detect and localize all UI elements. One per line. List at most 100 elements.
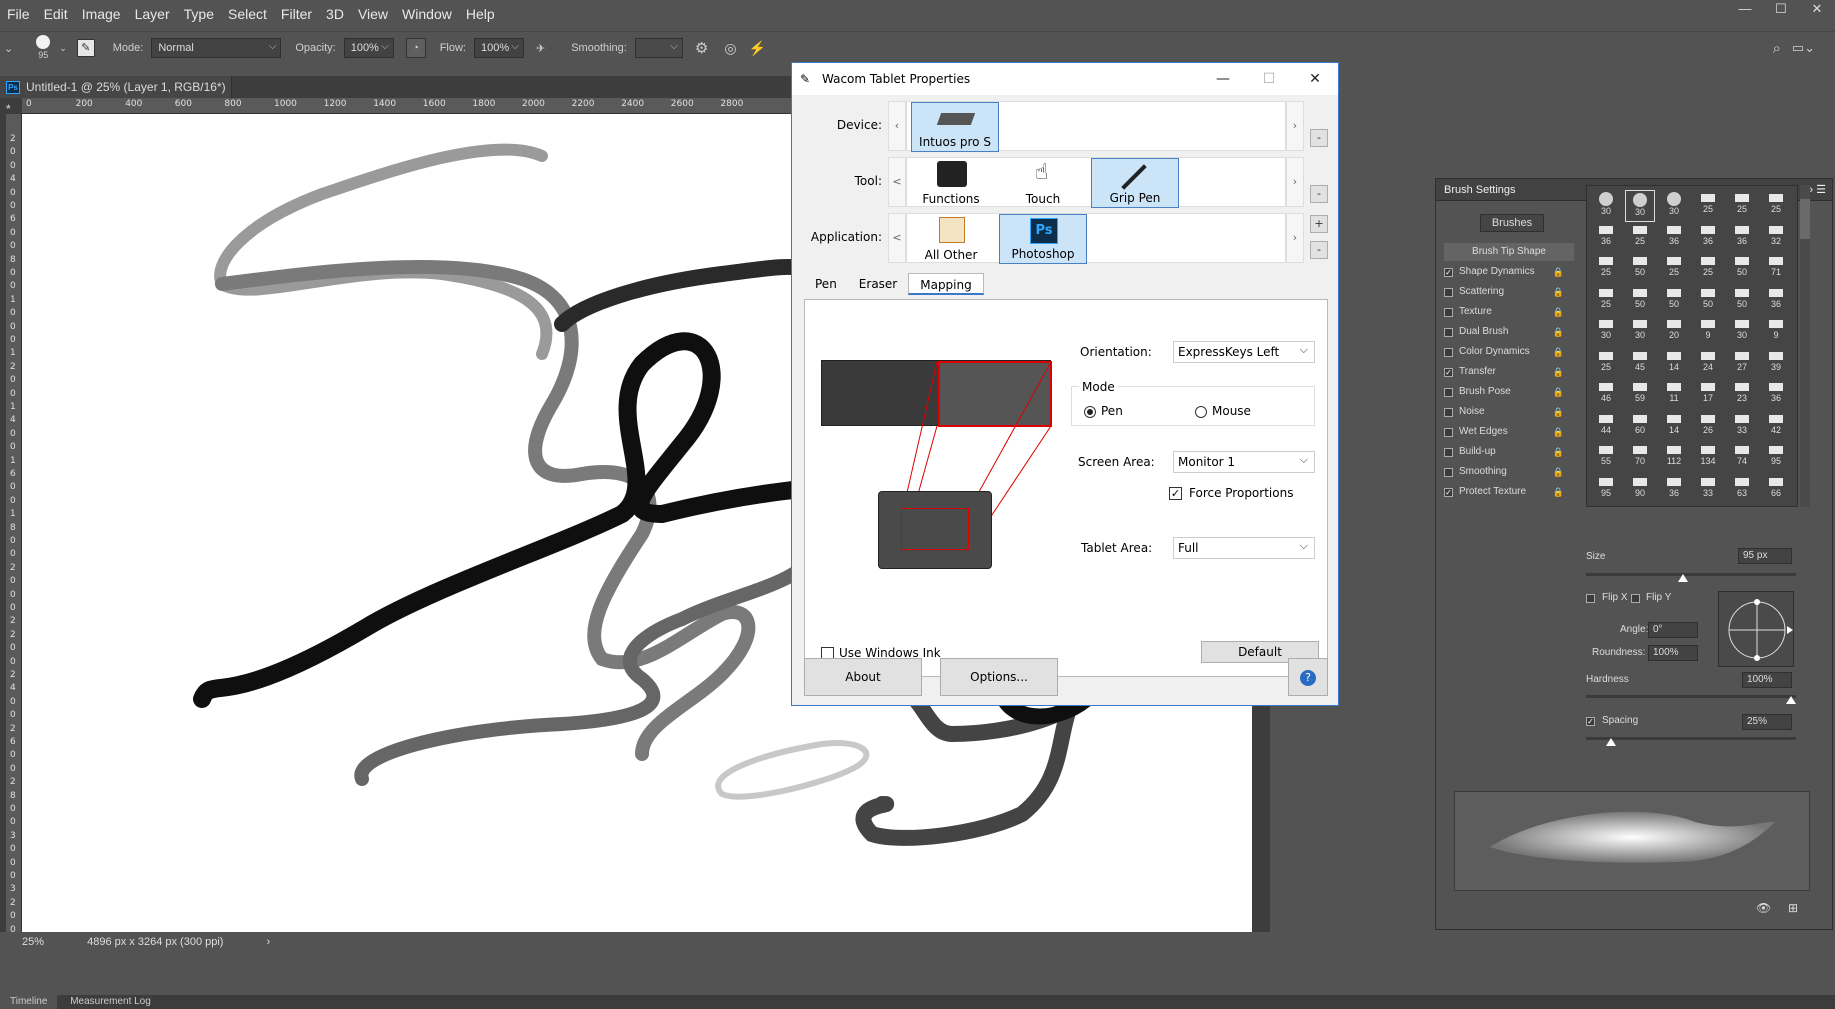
- spacing-slider-knob[interactable]: [1606, 738, 1616, 746]
- toggle-preview-icon[interactable]: 👁: [1756, 901, 1771, 915]
- tool-touch[interactable]: ☝ Touch: [999, 158, 1087, 208]
- lock-icon[interactable]: 🔒: [1553, 442, 1564, 462]
- brush-option-checkbox[interactable]: [1444, 427, 1453, 437]
- lock-icon[interactable]: 🔒: [1553, 282, 1564, 302]
- menu-filter[interactable]: Filter: [274, 0, 319, 28]
- brush-preset[interactable]: 50: [1625, 253, 1655, 285]
- brush-option-checkbox[interactable]: [1444, 287, 1453, 297]
- tool-next-button[interactable]: ›: [1286, 157, 1304, 207]
- brush-preset[interactable]: 55: [1591, 442, 1621, 474]
- brush-preset[interactable]: 42: [1761, 411, 1791, 443]
- screen-area-select[interactable]: Monitor 1: [1173, 450, 1315, 473]
- menu-image[interactable]: Image: [75, 0, 128, 28]
- spacing-slider[interactable]: [1586, 737, 1796, 746]
- brush-preset[interactable]: 9: [1693, 316, 1723, 348]
- pressure-size-icon[interactable]: ◎: [724, 40, 736, 57]
- menu-layer[interactable]: Layer: [128, 0, 177, 28]
- brush-preset[interactable]: 25: [1693, 253, 1723, 285]
- brush-preset[interactable]: 30: [1591, 190, 1621, 222]
- brush-option-checkbox[interactable]: [1444, 407, 1453, 417]
- brush-preset[interactable]: 74: [1727, 442, 1757, 474]
- menu-file[interactable]: File: [0, 0, 37, 28]
- brush-preset[interactable]: 14: [1659, 348, 1689, 380]
- hardness-field[interactable]: 100%: [1742, 672, 1792, 688]
- tool-remove-button[interactable]: -: [1310, 185, 1328, 203]
- brush-preset[interactable]: 36: [1591, 222, 1621, 254]
- brush-preset[interactable]: 25: [1591, 285, 1621, 317]
- tool-preset-icon[interactable]: ⌄: [4, 42, 13, 55]
- lock-icon[interactable]: 🔒: [1553, 342, 1564, 362]
- tab-timeline[interactable]: Timeline: [0, 995, 58, 1009]
- help-button[interactable]: ?: [1288, 658, 1328, 696]
- brush-option-row[interactable]: Scattering 🔒: [1436, 282, 1566, 302]
- angle-roundness-widget[interactable]: [1718, 591, 1794, 667]
- brush-preset[interactable]: 33: [1727, 411, 1757, 443]
- device-next-button[interactable]: ›: [1286, 101, 1304, 151]
- brush-preset[interactable]: 36: [1727, 222, 1757, 254]
- application-remove-button[interactable]: -: [1310, 241, 1328, 259]
- menu-3d[interactable]: 3D: [319, 0, 351, 28]
- size-slider-knob[interactable]: [1678, 574, 1688, 582]
- brush-preset[interactable]: 17: [1693, 379, 1723, 411]
- brush-preset[interactable]: 60: [1625, 411, 1655, 443]
- brush-option-row[interactable]: Smoothing 🔒: [1436, 462, 1566, 482]
- smoothing-field[interactable]: [634, 38, 683, 58]
- spacing-checkbox[interactable]: ✓: [1586, 717, 1595, 726]
- brush-preset[interactable]: 112: [1659, 442, 1689, 474]
- brush-option-checkbox[interactable]: ✓: [1444, 367, 1453, 377]
- maximize-icon[interactable]: ☐: [1763, 0, 1799, 18]
- brush-preset[interactable]: 46: [1591, 379, 1621, 411]
- document-tab[interactable]: Ps Untitled-1 @ 25% (Layer 1, RGB/16*) *: [0, 76, 232, 116]
- device-remove-button[interactable]: -: [1310, 129, 1328, 147]
- lock-icon[interactable]: 🔒: [1553, 362, 1564, 382]
- brush-preset[interactable]: 36: [1761, 285, 1791, 317]
- brush-preset[interactable]: 33: [1693, 474, 1723, 506]
- hardness-slider-knob[interactable]: [1786, 696, 1796, 704]
- brush-picker-arrow-icon[interactable]: ⌄: [59, 43, 67, 54]
- brush-preset[interactable]: 9: [1761, 316, 1791, 348]
- brush-option-checkbox[interactable]: [1444, 307, 1453, 317]
- airbrush-icon[interactable]: ✈: [536, 42, 545, 55]
- about-button[interactable]: About: [804, 658, 922, 696]
- brush-preset[interactable]: 36: [1693, 222, 1723, 254]
- brush-option-row[interactable]: Texture 🔒: [1436, 302, 1566, 322]
- brush-preset[interactable]: 36: [1761, 379, 1791, 411]
- tab-pen[interactable]: Pen: [804, 273, 848, 295]
- brush-preset[interactable]: 32: [1761, 222, 1791, 254]
- brush-option-checkbox[interactable]: [1444, 387, 1453, 397]
- brush-preset[interactable]: 25: [1693, 190, 1723, 222]
- brush-preset[interactable]: 25: [1591, 348, 1621, 380]
- brush-preset[interactable]: 36: [1659, 222, 1689, 254]
- brush-preset[interactable]: 50: [1659, 285, 1689, 317]
- size-field[interactable]: 95 px: [1738, 548, 1792, 564]
- maximize-icon[interactable]: ☐: [1246, 63, 1292, 95]
- minimize-icon[interactable]: —: [1200, 63, 1246, 95]
- workspace-icon[interactable]: ▭⌄: [1792, 40, 1815, 56]
- brush-preset[interactable]: 36: [1659, 474, 1689, 506]
- brush-option-checkbox[interactable]: ✓: [1444, 267, 1453, 277]
- tablet-area-select[interactable]: Full: [1173, 536, 1315, 559]
- app-all-other[interactable]: All Other: [907, 214, 995, 264]
- zoom-level[interactable]: 25%: [22, 936, 44, 948]
- brush-option-row[interactable]: ✓ Protect Texture 🔒: [1436, 482, 1566, 502]
- brush-preset[interactable]: 50: [1727, 285, 1757, 317]
- angle-field[interactable]: 0°: [1648, 622, 1698, 638]
- brush-preset[interactable]: 27: [1727, 348, 1757, 380]
- brush-preset[interactable]: 71: [1761, 253, 1791, 285]
- brush-option-checkbox[interactable]: [1444, 327, 1453, 337]
- tool-prev-button[interactable]: <: [888, 157, 906, 207]
- brush-tip-shape[interactable]: Brush Tip Shape: [1444, 243, 1574, 261]
- brush-preset[interactable]: 134: [1693, 442, 1723, 474]
- device-prev-button[interactable]: ‹: [888, 101, 906, 151]
- pressure-opacity-icon[interactable]: ◔: [405, 38, 426, 58]
- brush-preset[interactable]: 30: [1591, 316, 1621, 348]
- brush-preset[interactable]: 25: [1659, 253, 1689, 285]
- flip-y-checkbox[interactable]: [1631, 594, 1640, 603]
- brush-preset[interactable]: 20: [1659, 316, 1689, 348]
- brush-option-checkbox[interactable]: [1444, 447, 1453, 457]
- search-icon[interactable]: ⌕: [1773, 40, 1781, 57]
- brush-preset[interactable]: 25: [1761, 190, 1791, 222]
- flow-field[interactable]: 100%: [473, 38, 524, 58]
- brush-option-row[interactable]: Dual Brush 🔒: [1436, 322, 1566, 342]
- tab-mapping[interactable]: Mapping: [908, 273, 984, 295]
